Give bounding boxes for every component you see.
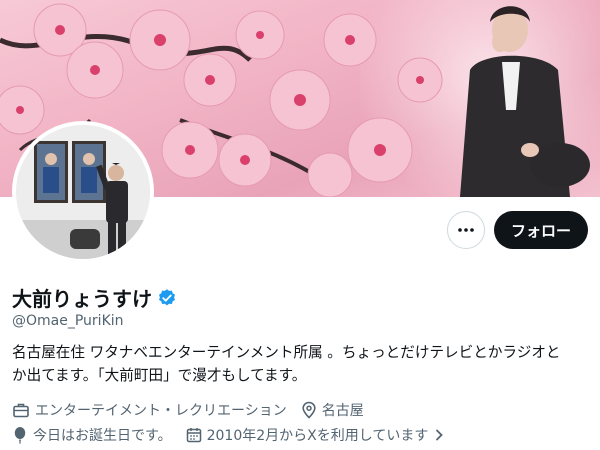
profile-bio: 名古屋在住 ワタナベエンターテインメント所属 。ちょっとだけテレビとかラジオと … (12, 341, 592, 387)
profile-meta-row: エンターテイメント・レクリエーション 名古屋 (12, 400, 378, 420)
avatar-photo (16, 125, 150, 259)
calendar-icon (186, 428, 201, 443)
location-item: 名古屋 (301, 400, 364, 420)
birthday-text: 今日はお誕生日です。 (33, 428, 172, 444)
more-button[interactable] (447, 211, 485, 249)
category-item: エンターテイメント・レクリエーション (12, 400, 287, 420)
joined-text: 2010年2月からXを利用しています (206, 428, 429, 444)
category-text: エンターテイメント・レクリエーション (35, 403, 287, 419)
verified-badge-icon[interactable] (157, 288, 177, 308)
avatar[interactable] (16, 125, 150, 259)
joined-item[interactable]: 2010年2月からXを利用しています (186, 425, 452, 445)
birthday-item: 今日はお誕生日です。 (12, 425, 172, 445)
more-icon (458, 228, 474, 232)
profile-meta-row: 今日はお誕生日です。 2010年2月からXを利用しています (12, 425, 465, 445)
user-handle: @Omae_PuriKin (12, 313, 124, 329)
bio-line: 名古屋在住 ワタナベエンターテインメント所属 。ちょっとだけテレビとかラジオと (12, 344, 561, 361)
location-text: 名古屋 (321, 403, 364, 419)
display-name: 大前りょうすけ (12, 287, 152, 311)
location-pin-icon (302, 401, 316, 419)
banner-person-photo (460, 6, 590, 197)
avatar-frame[interactable] (12, 121, 154, 263)
name-row: 大前りょうすけ (12, 283, 177, 312)
bio-line: か出てます。「大前町田」で漫才もしてます。 (12, 367, 307, 384)
follow-button[interactable]: フォロー (494, 211, 588, 249)
briefcase-icon (13, 403, 29, 418)
chevron-right-icon (436, 429, 444, 441)
balloon-icon (14, 427, 26, 444)
